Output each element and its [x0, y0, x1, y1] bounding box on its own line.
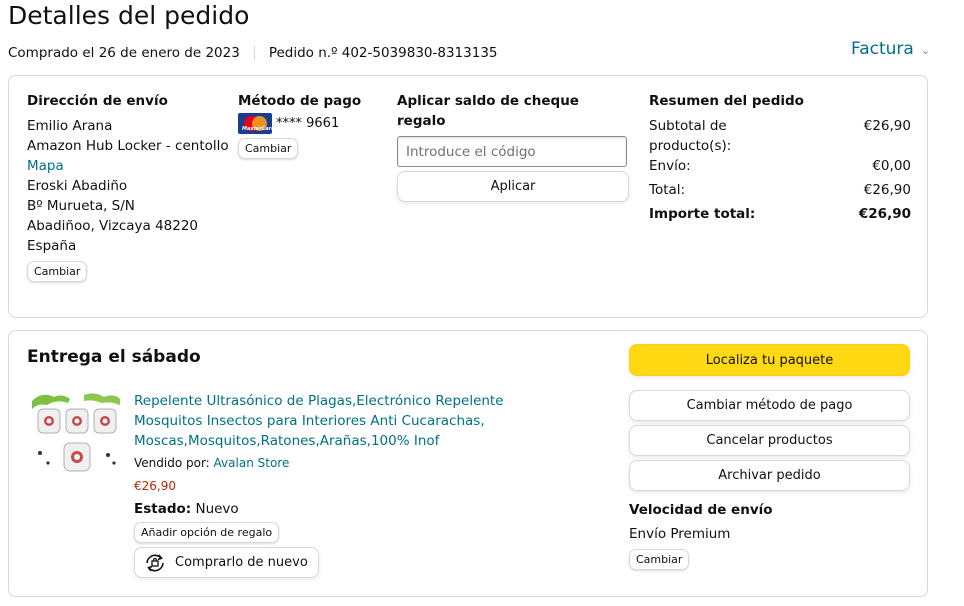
gift-card-heading: Aplicar saldo de cheque regalo	[397, 93, 579, 129]
add-gift-option-button[interactable]: Añadir opción de regalo	[134, 522, 280, 543]
shipping-heading: Dirección de envío	[27, 93, 168, 109]
archive-order-button[interactable]: Archivar pedido	[629, 460, 910, 491]
payment-heading: Método de pago	[238, 93, 362, 109]
buy-again-icon	[146, 553, 164, 572]
shipment-actions: Localiza tu paquete Cambiar método de pa…	[629, 344, 910, 570]
apply-gift-button[interactable]: Aplicar	[397, 171, 629, 202]
shipping-cost-label: Envío:	[649, 158, 691, 174]
cancel-items-button[interactable]: Cancelar productos	[629, 425, 910, 456]
change-payment-method-button[interactable]: Cambiar método de pago	[629, 390, 910, 421]
subtotal-label: Subtotal de producto(s):	[649, 118, 732, 154]
shipping-address: Dirección de envío Emilio Arana Amazon H…	[27, 91, 237, 282]
address-line: Bº Murueta, S/N	[27, 198, 135, 214]
change-payment-button[interactable]: Cambiar	[238, 138, 299, 159]
shipping-speed-heading: Velocidad de envío	[629, 502, 773, 518]
invoice-label: Factura	[851, 39, 914, 59]
order-number: Pedido n.º 402-5039830-8313135	[268, 45, 498, 61]
shipping-row: Envío: €0,00	[649, 156, 911, 176]
shipping-cost-value: €0,00	[872, 158, 911, 174]
address-line: Eroski Abadiño	[27, 178, 128, 194]
gift-card-section: Aplicar saldo de cheque regalo Aplicar	[397, 91, 629, 202]
delivery-title: Entrega el sábado	[27, 347, 201, 367]
purchase-date: Comprado el 26 de enero de 2023	[8, 45, 240, 61]
total-label: Total:	[649, 182, 686, 198]
subtotal-value: €26,90	[863, 118, 911, 134]
shipment-card: Entrega el sábado Repelente Ultrasónico …	[8, 330, 928, 597]
sold-by-label: Vendido por:	[134, 456, 210, 470]
chevron-down-icon: ⌄	[920, 43, 931, 57]
order-summary: Resumen del pedido Subtotal de producto(…	[649, 91, 911, 224]
address-country: España	[27, 238, 77, 254]
state-value: Nuevo	[195, 501, 239, 517]
card-digits: **** 9661	[276, 115, 340, 131]
change-address-button[interactable]: Cambiar	[27, 261, 88, 282]
map-link[interactable]: Mapa	[27, 156, 237, 176]
product-price: €26,90	[134, 479, 176, 493]
payment-method: Método de pago MasterCard **** 9661 Camb…	[238, 91, 388, 159]
state-label: Estado:	[134, 501, 192, 517]
product-title-link[interactable]: Repelente Ultrasónico de Plagas,Electrón…	[134, 391, 574, 451]
seller-info: Vendido por: Avalan Store	[134, 453, 574, 473]
address-line: Amazon Hub Locker - centollo	[27, 138, 229, 154]
track-package-button[interactable]: Localiza tu paquete	[629, 344, 910, 376]
grand-total-label: Importe total:	[649, 206, 756, 222]
change-speed-button[interactable]: Cambiar	[629, 549, 690, 570]
product-state: Estado: Nuevo	[134, 499, 574, 519]
seller-link[interactable]: Avalan Store	[214, 456, 290, 470]
subtotal-row: Subtotal de producto(s): €26,90	[649, 116, 911, 156]
mastercard-icon: MasterCard	[238, 113, 272, 134]
gift-code-input[interactable]	[397, 136, 627, 167]
total-value: €26,90	[863, 182, 911, 198]
invoice-dropdown[interactable]: Factura ⌄	[851, 39, 930, 59]
buy-again-label: Comprarlo de nuevo	[175, 554, 308, 570]
address-line: Abadiñoo, Vizcaya 48220	[27, 218, 199, 234]
grand-total-value: €26,90	[858, 206, 911, 222]
grand-total-row: Importe total: €26,90	[649, 204, 911, 224]
buy-again-button[interactable]: Comprarlo de nuevo	[134, 547, 319, 578]
order-info-card: Dirección de envío Emilio Arana Amazon H…	[8, 75, 928, 318]
shipping-speed-value: Envío Premium	[629, 526, 731, 542]
page-title: Detalles del pedido	[8, 1, 250, 30]
product-image[interactable]	[32, 391, 120, 475]
order-meta: Comprado el 26 de enero de 2023 Pedido n…	[8, 45, 498, 61]
total-row: Total: €26,90	[649, 180, 911, 200]
divider	[253, 45, 255, 61]
summary-heading: Resumen del pedido	[649, 93, 804, 109]
recipient-name: Emilio Arana	[27, 118, 113, 134]
product-details: Repelente Ultrasónico de Plagas,Electrón…	[134, 391, 574, 581]
